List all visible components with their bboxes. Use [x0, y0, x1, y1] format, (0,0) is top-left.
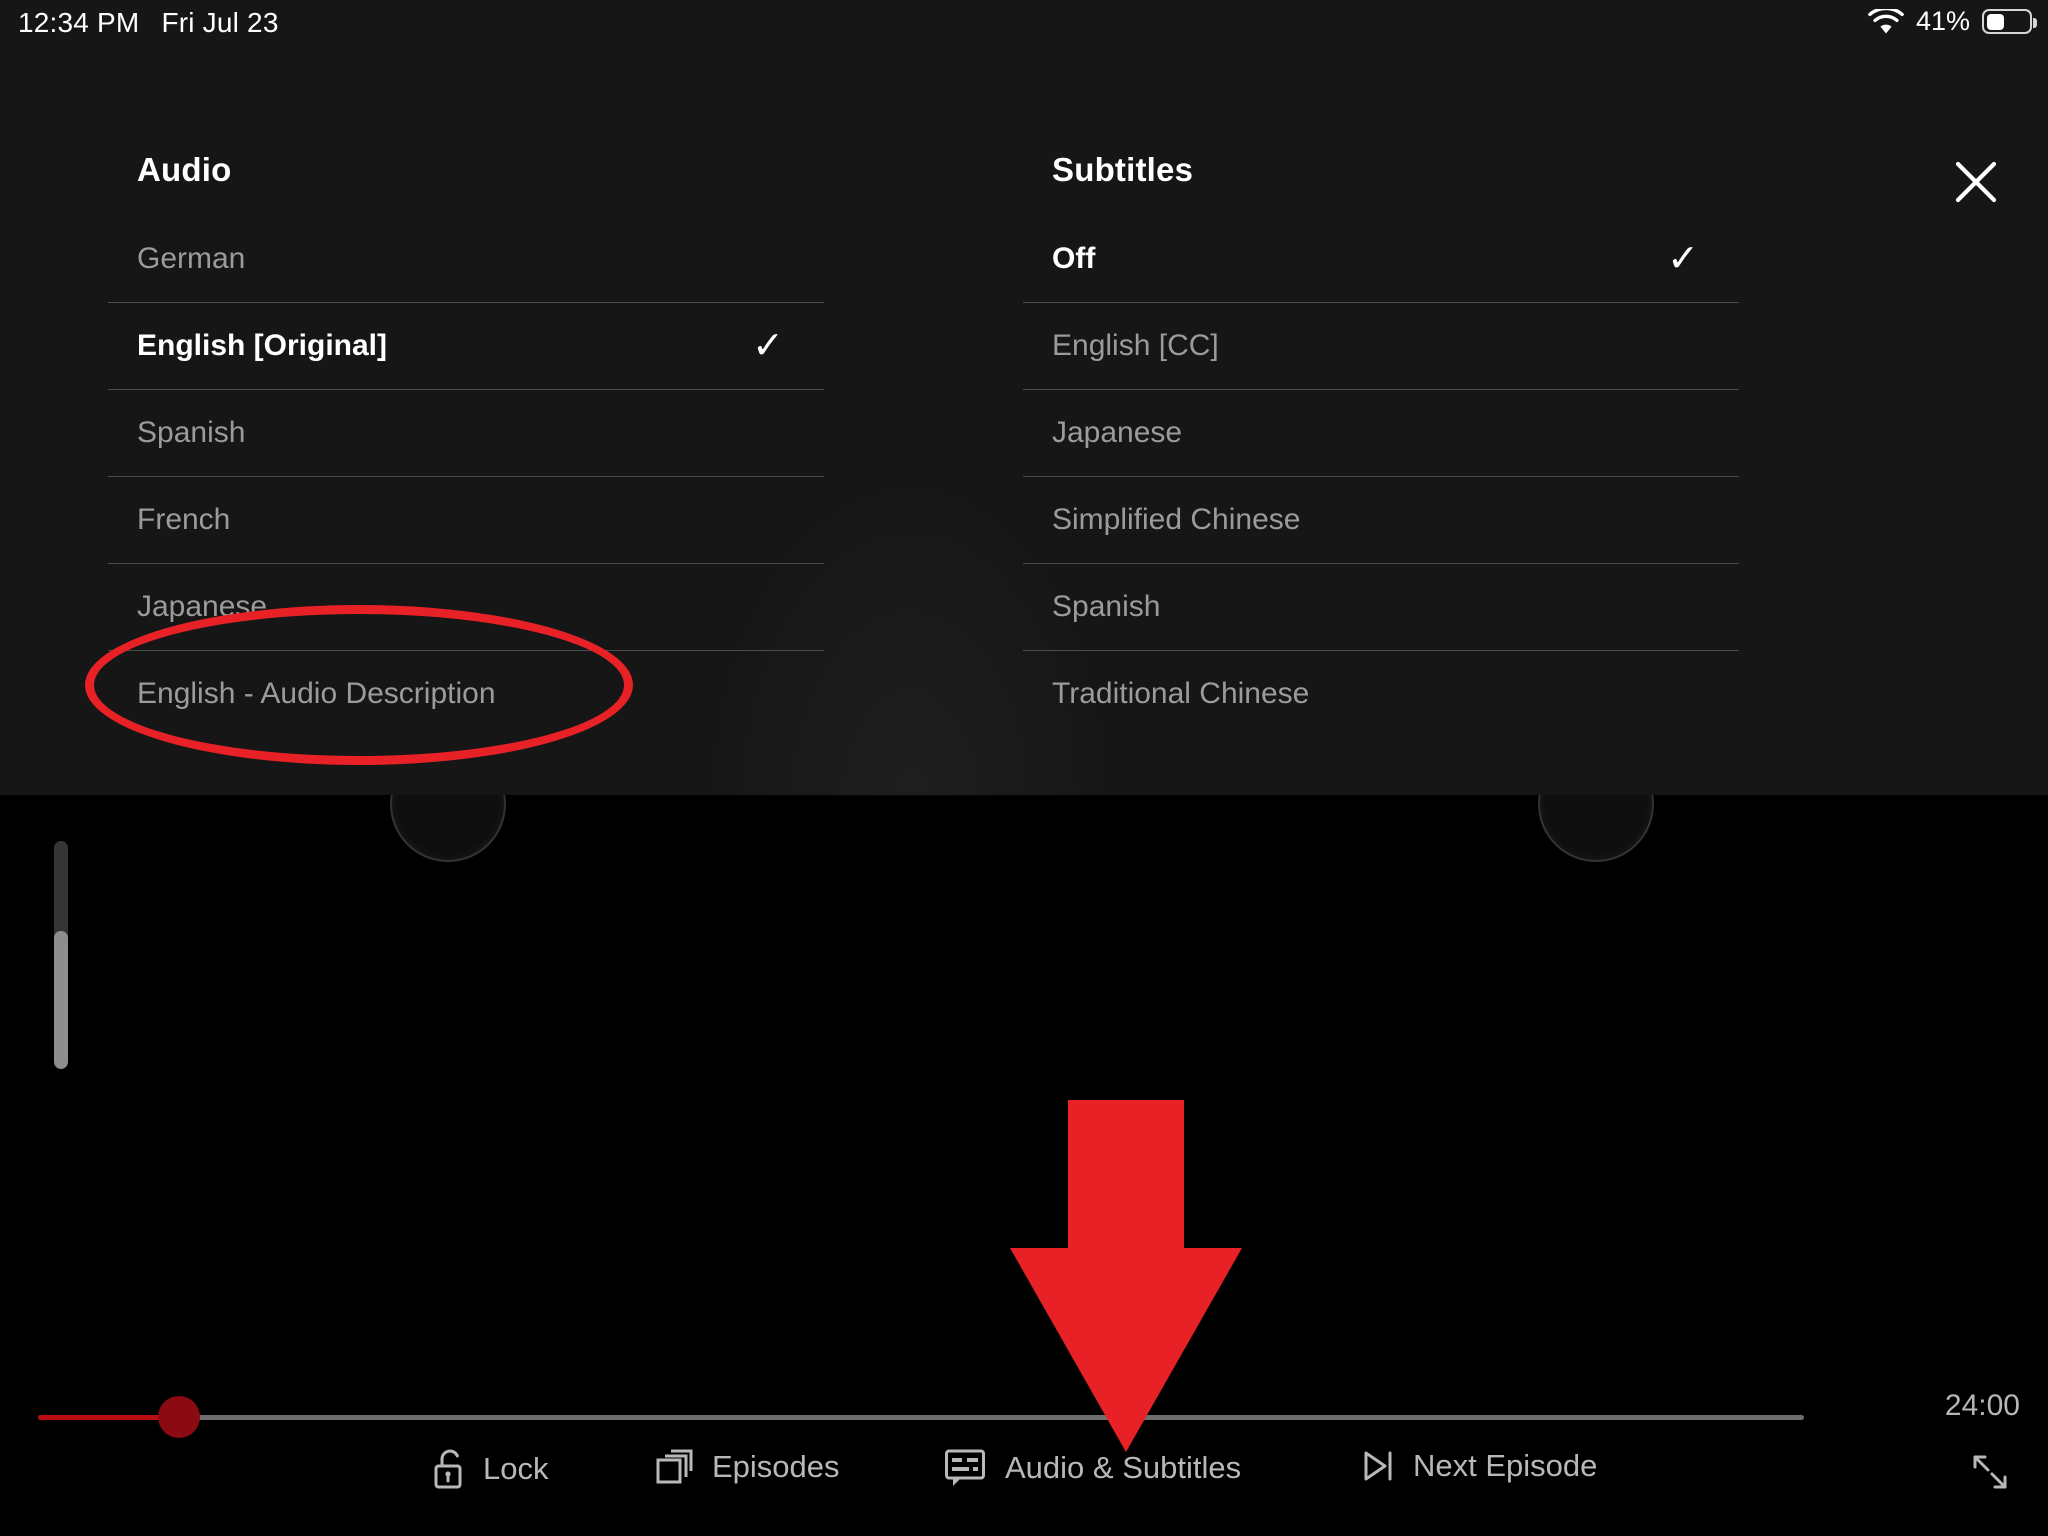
episodes-label: Episodes — [712, 1449, 840, 1484]
unlock-icon — [432, 1448, 466, 1490]
audio-option-german[interactable]: German — [108, 215, 824, 302]
next-episode-button[interactable]: Next Episode — [1360, 1448, 1597, 1484]
audio-option-english-audio-description[interactable]: English - Audio Description — [108, 650, 824, 737]
status-time: 12:34 PM — [18, 7, 140, 38]
battery-percent: 41% — [1915, 6, 1970, 36]
audio-option-japanese[interactable]: Japanese — [108, 563, 824, 650]
lock-button[interactable]: Lock — [432, 1448, 548, 1490]
battery-icon — [1982, 9, 2037, 34]
audio-option-french[interactable]: French — [108, 476, 824, 563]
brightness-slider-fill — [54, 931, 68, 1069]
episodes-icon — [655, 1448, 695, 1486]
netflix-player-screen: 12:34 PM Fri Jul 23 41% Audio German Eng… — [0, 0, 2048, 1536]
expand-icon — [1968, 1450, 2012, 1494]
close-button[interactable] — [1932, 138, 2020, 226]
option-label: English [Original] — [137, 329, 388, 362]
option-label: Spanish — [137, 416, 246, 449]
status-bar-left: 12:34 PM Fri Jul 23 — [18, 7, 279, 39]
option-label: Traditional Chinese — [1052, 677, 1310, 710]
skip-next-icon — [1360, 1448, 1396, 1484]
episodes-button[interactable]: Episodes — [655, 1448, 840, 1486]
player-control-bar: Lock Episodes Audio & Subtitles Next Epi… — [0, 1420, 2048, 1536]
close-icon — [1955, 161, 1997, 203]
lock-label: Lock — [483, 1451, 549, 1486]
subtitles-option-simplified-chinese[interactable]: Simplified Chinese — [1023, 476, 1739, 563]
subtitles-column: Subtitles Off ✓ English [CC] Japanese Si… — [1023, 46, 1739, 737]
audio-column: Audio German English [Original] ✓ Spanis… — [108, 46, 824, 737]
subtitles-column-title: Subtitles — [1052, 151, 1194, 188]
option-label: English [CC] — [1052, 329, 1219, 362]
option-label: French — [137, 503, 231, 536]
next-episode-label: Next Episode — [1413, 1448, 1598, 1483]
checkmark-icon: ✓ — [1667, 237, 1699, 280]
status-bar-right: 41% — [1868, 6, 2037, 37]
status-bar: 12:34 PM Fri Jul 23 41% — [0, 0, 2048, 46]
audio-subtitles-label: Audio & Subtitles — [1005, 1450, 1242, 1485]
audio-subtitles-panel: Audio German English [Original] ✓ Spanis… — [0, 46, 2048, 796]
audio-option-list: German English [Original] ✓ Spanish Fren… — [108, 215, 824, 737]
option-label: Off — [1052, 241, 1096, 275]
option-label: Japanese — [137, 590, 268, 623]
time-remaining: 24:00 — [1944, 1389, 2020, 1422]
audio-option-english-original[interactable]: English [Original] ✓ — [108, 302, 824, 389]
option-label: Simplified Chinese — [1052, 503, 1301, 536]
wifi-icon — [1868, 8, 1904, 35]
subtitles-option-english-cc[interactable]: English [CC] — [1023, 302, 1739, 389]
subtitles-option-list: Off ✓ English [CC] Japanese Simplified C… — [1023, 215, 1739, 737]
audio-subtitles-button[interactable]: Audio & Subtitles — [944, 1448, 1241, 1488]
brightness-slider[interactable] — [54, 841, 68, 1069]
audio-column-title: Audio — [137, 151, 232, 188]
checkmark-icon: ✓ — [752, 325, 784, 367]
subtitles-option-off[interactable]: Off ✓ — [1023, 215, 1739, 302]
option-label: Japanese — [1052, 416, 1183, 449]
option-label: English - Audio Description — [137, 677, 496, 710]
battery-level-fill — [1986, 13, 2004, 30]
audio-subtitles-icon — [944, 1448, 988, 1488]
subtitles-option-traditional-chinese[interactable]: Traditional Chinese — [1023, 650, 1739, 737]
status-date: Fri Jul 23 — [161, 7, 279, 38]
audio-option-spanish[interactable]: Spanish — [108, 389, 824, 476]
expand-button[interactable] — [1968, 1450, 2012, 1494]
option-label: German — [137, 241, 246, 275]
subtitles-option-spanish[interactable]: Spanish — [1023, 563, 1739, 650]
option-label: Spanish — [1052, 590, 1161, 623]
subtitles-option-japanese[interactable]: Japanese — [1023, 389, 1739, 476]
